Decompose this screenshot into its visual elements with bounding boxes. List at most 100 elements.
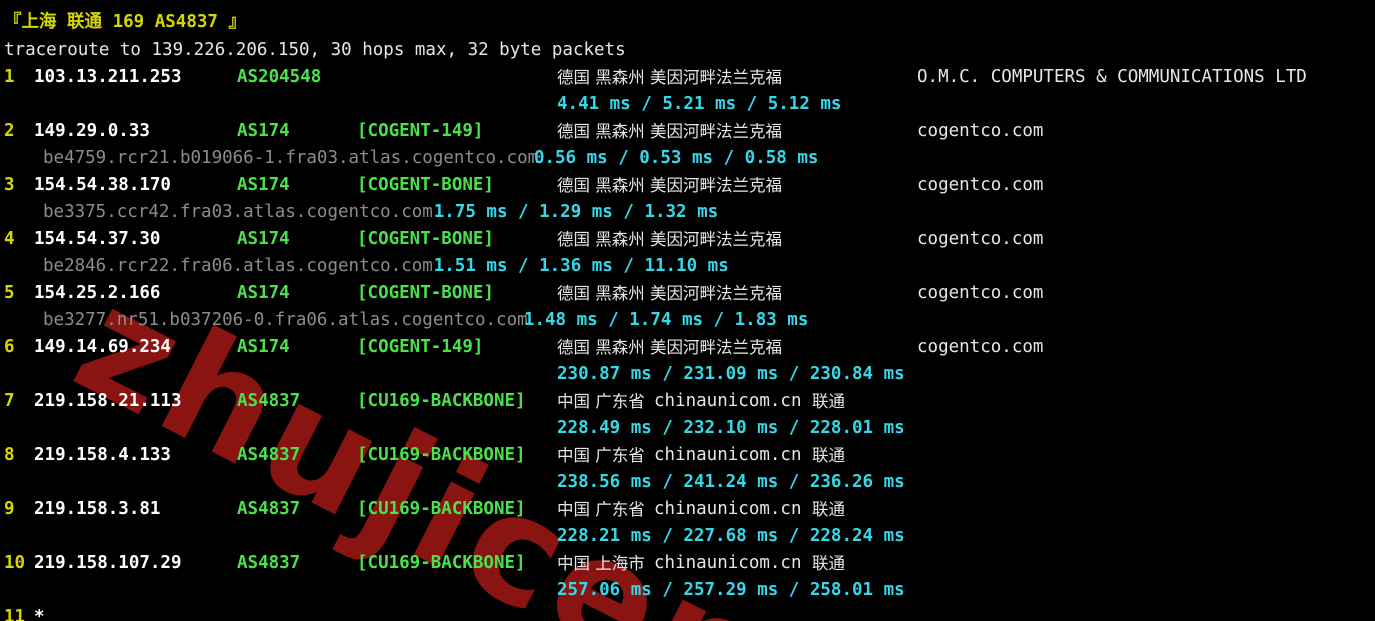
hop-number: 7 xyxy=(4,391,15,411)
hop-number: 4 xyxy=(4,229,15,249)
hop-isp: 联通 xyxy=(812,392,845,411)
hop-isp: 联通 xyxy=(812,554,845,573)
hop-detail-row: 228.21 ms / 227.68 ms / 228.24 ms xyxy=(0,523,1375,550)
hop-ip-address: 149.14.69.234 xyxy=(34,337,171,357)
hop-network-tag: [CU169-BACKBONE] xyxy=(357,445,526,465)
hop-asn: AS174 xyxy=(237,283,290,303)
hop-number: 2 xyxy=(4,121,15,141)
hop-detail-row: 238.56 ms / 241.24 ms / 236.26 ms xyxy=(0,469,1375,496)
hop-location: 中国 上海市 xyxy=(557,554,645,573)
hop-reverse-dns: be2846.rcr22.fra06.atlas.cogentco.com xyxy=(43,256,433,276)
hop-location: 德国 黑森州 美因河畔法兰克福 xyxy=(557,230,782,249)
hop-number: 9 xyxy=(4,499,15,519)
hop-latency: 257.06 ms / 257.29 ms / 258.01 ms xyxy=(557,580,905,600)
hop-detail-row: be3277.nr51.b037206-0.fra06.atlas.cogent… xyxy=(0,307,1375,334)
hop-latency: 0.56 ms / 0.53 ms / 0.58 ms xyxy=(533,148,819,168)
hop-number: 10 xyxy=(4,553,26,573)
hop-asn: AS174 xyxy=(237,337,290,357)
hop-organization: cogentco.com xyxy=(917,337,1044,357)
hop-location: 中国 广东省 xyxy=(557,392,645,411)
hop-organization: chinaunicom.cn xyxy=(654,499,802,519)
hop-ip-address: 103.13.211.253 xyxy=(34,67,182,87)
terminal-content: 『上海 联通 169 AS4837 』 traceroute to 139.22… xyxy=(0,0,1375,621)
hop-network-tag: [COGENT-149] xyxy=(357,121,484,141)
hop-asn: AS174 xyxy=(237,229,290,249)
hop-number: 11 xyxy=(4,607,26,621)
hop-number: 8 xyxy=(4,445,15,465)
hop-organization: chinaunicom.cn xyxy=(654,553,802,573)
hop-detail-row: 228.49 ms / 232.10 ms / 228.01 ms xyxy=(0,415,1375,442)
hop-location: 德国 黑森州 美因河畔法兰克福 xyxy=(557,176,782,195)
hop-network-tag: [COGENT-BONE] xyxy=(357,229,494,249)
hop-asn: AS4837 xyxy=(237,499,301,519)
terminal-window: zhujiceping.com 『上海 联通 169 AS4837 』 trac… xyxy=(0,0,1375,621)
hop-list: 1 103.13.211.253 AS204548 德国 黑森州 美因河畔法兰克福 O.… xyxy=(0,64,1375,621)
hop-row: 7 219.158.21.113 AS4837 [CU169-BACKBONE] 中国 … xyxy=(0,388,1375,415)
hop-isp: 联通 xyxy=(812,500,845,519)
hop-timeout-marker: * xyxy=(34,607,45,621)
hop-asn: AS174 xyxy=(237,175,290,195)
hop-latency: 4.41 ms / 5.21 ms / 5.12 ms xyxy=(557,94,842,114)
hop-network-tag: [COGENT-149] xyxy=(357,337,484,357)
hop-latency: 228.49 ms / 232.10 ms / 228.01 ms xyxy=(557,418,905,438)
hop-network-tag: [COGENT-BONE] xyxy=(357,283,494,303)
hop-latency: 230.87 ms / 231.09 ms / 230.84 ms xyxy=(557,364,905,384)
hop-detail-row: be3375.ccr42.fra03.atlas.cogentco.com 1.7… xyxy=(0,199,1375,226)
hop-asn: AS174 xyxy=(237,121,290,141)
hop-organization: cogentco.com xyxy=(917,229,1044,249)
hop-location: 中国 广东省 xyxy=(557,500,645,519)
hop-detail-row: 230.87 ms / 231.09 ms / 230.84 ms xyxy=(0,361,1375,388)
hop-ip-address: 154.54.37.30 xyxy=(34,229,161,249)
hop-organization: chinaunicom.cn xyxy=(654,445,802,465)
hop-location: 中国 广东省 xyxy=(557,446,645,465)
hop-row: 9 219.158.3.81 AS4837 [CU169-BACKBONE] 中国 广东… xyxy=(0,496,1375,523)
hop-latency: 238.56 ms / 241.24 ms / 236.26 ms xyxy=(557,472,905,492)
hop-organization: chinaunicom.cn xyxy=(654,391,802,411)
hop-reverse-dns: be3375.ccr42.fra03.atlas.cogentco.com xyxy=(43,202,433,222)
hop-number: 5 xyxy=(4,283,15,303)
report-title: 『上海 联通 169 AS4837 』 xyxy=(4,12,246,32)
hop-reverse-dns: be3277.nr51.b037206-0.fra06.atlas.cogent… xyxy=(43,310,528,330)
hop-location: 德国 黑森州 美因河畔法兰克福 xyxy=(557,338,782,357)
hop-row: 1 103.13.211.253 AS204548 德国 黑森州 美因河畔法兰克福 O.… xyxy=(0,64,1375,91)
hop-row: 5 154.25.2.166 AS174 [COGENT-BONE] 德国 黑森州 美因… xyxy=(0,280,1375,307)
hop-network-tag: [COGENT-BONE] xyxy=(357,175,494,195)
hop-ip-address: 219.158.4.133 xyxy=(34,445,171,465)
hop-organization: cogentco.com xyxy=(917,283,1044,303)
hop-latency: 228.21 ms / 227.68 ms / 228.24 ms xyxy=(557,526,905,546)
hop-location: 德国 黑森州 美因河畔法兰克福 xyxy=(557,122,782,141)
hop-latency: 1.75 ms / 1.29 ms / 1.32 ms xyxy=(433,202,719,222)
hop-network-tag: [CU169-BACKBONE] xyxy=(357,391,526,411)
hop-reverse-dns: be4759.rcr21.b019066-1.fra03.atlas.cogen… xyxy=(43,148,539,168)
hop-ip-address: 149.29.0.33 xyxy=(34,121,150,141)
hop-detail-row: be2846.rcr22.fra06.atlas.cogentco.com 1.5… xyxy=(0,253,1375,280)
hop-number: 3 xyxy=(4,175,15,195)
hop-asn: AS4837 xyxy=(237,553,301,573)
hop-organization: cogentco.com xyxy=(917,175,1044,195)
hop-organization: cogentco.com xyxy=(917,121,1044,141)
hop-network-tag: [CU169-BACKBONE] xyxy=(357,499,526,519)
hop-ip-address: 219.158.21.113 xyxy=(34,391,182,411)
hop-detail-row: 4.41 ms / 5.21 ms / 5.12 ms xyxy=(0,91,1375,118)
hop-row: 10 219.158.107.29 AS4837 [CU169-BACKBONE] 中国… xyxy=(0,550,1375,577)
hop-row: 8 219.158.4.133 AS4837 [CU169-BACKBONE] 中国 广… xyxy=(0,442,1375,469)
traceroute-header: traceroute to 139.226.206.150, 30 hops m… xyxy=(4,40,626,60)
hop-row: 4 154.54.37.30 AS174 [COGENT-BONE] 德国 黑森州 美因… xyxy=(0,226,1375,253)
hop-asn: AS4837 xyxy=(237,445,301,465)
hop-asn: AS4837 xyxy=(237,391,301,411)
hop-isp: 联通 xyxy=(812,446,845,465)
hop-ip-address: 154.25.2.166 xyxy=(34,283,161,303)
hop-location: 德国 黑森州 美因河畔法兰克福 xyxy=(557,284,782,303)
hop-detail-row: be4759.rcr21.b019066-1.fra03.atlas.cogen… xyxy=(0,145,1375,172)
hop-network-tag: [CU169-BACKBONE] xyxy=(357,553,526,573)
hop-ip-address: 154.54.38.170 xyxy=(34,175,171,195)
hop-row: 11 * xyxy=(0,604,1375,621)
hop-row: 2 149.29.0.33 AS174 [COGENT-149] 德国 黑森州 美因河畔… xyxy=(0,118,1375,145)
hop-row: 6 149.14.69.234 AS174 [COGENT-149] 德国 黑森州 美因… xyxy=(0,334,1375,361)
hop-ip-address: 219.158.107.29 xyxy=(34,553,182,573)
hop-ip-address: 219.158.3.81 xyxy=(34,499,161,519)
hop-latency: 1.51 ms / 1.36 ms / 11.10 ms xyxy=(433,256,729,276)
hop-number: 6 xyxy=(4,337,15,357)
hop-latency: 1.48 ms / 1.74 ms / 1.83 ms xyxy=(523,310,809,330)
hop-location: 德国 黑森州 美因河畔法兰克福 xyxy=(557,68,782,87)
